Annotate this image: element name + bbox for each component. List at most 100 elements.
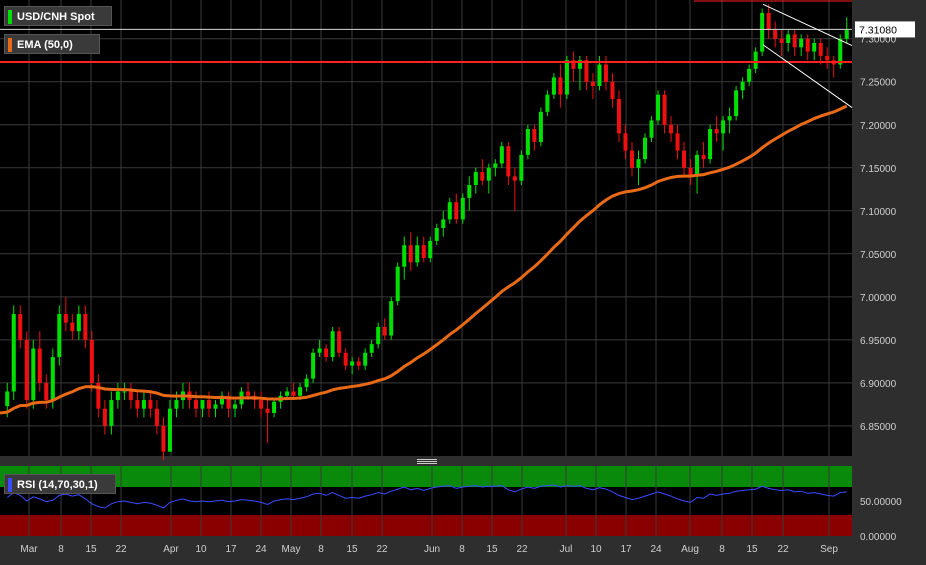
candle-body <box>31 348 36 401</box>
candle-body <box>50 357 55 401</box>
symbol-legend[interactable]: USD/CNH Spot <box>4 6 112 26</box>
candle-body <box>291 391 296 396</box>
candle-body <box>701 154 706 160</box>
candle-body <box>838 38 843 65</box>
price-panel <box>0 0 852 456</box>
time-tick-label: 10 <box>195 544 207 555</box>
candle-body <box>460 197 465 220</box>
time-tick-label: 8 <box>318 544 324 555</box>
candle-body <box>18 314 23 340</box>
current-price-label: 7.31080 <box>859 24 897 36</box>
candle-body <box>408 245 413 263</box>
candle-body <box>369 344 374 353</box>
candle-body <box>669 124 674 134</box>
candle-body <box>623 133 628 151</box>
time-tick-label: 10 <box>590 544 602 555</box>
candle-body <box>356 361 361 366</box>
rsi-legend[interactable]: RSI (14,70,30,1) <box>4 474 116 494</box>
candle-body <box>44 382 49 401</box>
rsi-legend-label: RSI (14,70,30,1) <box>17 479 98 491</box>
candle-body <box>590 81 595 87</box>
price-tick-label: 7.10000 <box>860 207 897 218</box>
candle-body <box>649 120 654 138</box>
candle-body <box>265 408 270 413</box>
candle-body <box>538 111 543 142</box>
candle-body <box>499 146 504 164</box>
candle-body <box>805 38 810 52</box>
price-chart[interactable]: 7.300007.250007.200007.150007.100007.050… <box>0 0 926 560</box>
candle-body <box>447 202 452 220</box>
chart-stage: 7.30000 7.25000 7.20000 7.15000 7.10000 7.050… <box>0 0 926 560</box>
candle-body <box>584 60 589 82</box>
time-tick-label: 24 <box>255 544 267 555</box>
ema-legend-label: EMA (50,0) <box>17 39 73 51</box>
candle-body <box>760 12 765 52</box>
candle-body <box>818 43 823 56</box>
candle-body <box>350 361 355 366</box>
rsi-swatch <box>8 478 12 492</box>
candle-body <box>675 133 680 151</box>
candle-body <box>708 129 713 160</box>
candle-body <box>662 94 667 125</box>
candle-body <box>421 245 426 259</box>
candle-body <box>102 408 107 426</box>
ema-legend[interactable]: EMA (50,0) <box>4 34 100 54</box>
candle-body <box>558 77 563 95</box>
panel-splitter-handle[interactable] <box>417 459 437 465</box>
price-tick-label: 7.15000 <box>860 164 897 175</box>
candle-body <box>428 240 433 259</box>
candle-body <box>259 400 264 409</box>
time-tick-label: 17 <box>225 544 237 555</box>
price-tick-label: 6.95000 <box>860 336 897 347</box>
candle-body <box>467 184 472 198</box>
candle-body <box>799 38 804 48</box>
candle-body <box>83 314 88 340</box>
time-tick-label: Sep <box>820 544 838 555</box>
candle-body <box>551 77 556 95</box>
price-tick-label: 7.05000 <box>860 250 897 261</box>
price-tick-label: 7.25000 <box>860 78 897 89</box>
candle-body <box>721 120 726 134</box>
candle-body <box>298 387 303 396</box>
candle-body <box>603 64 608 82</box>
candle-body <box>76 314 81 332</box>
candle-body <box>200 400 205 409</box>
candle-body <box>304 378 309 388</box>
oversold-band <box>0 515 852 536</box>
candle-body <box>206 400 212 409</box>
candle-body <box>727 116 732 121</box>
candle-body <box>480 172 485 181</box>
time-tick-label: Jun <box>424 544 440 555</box>
candle-body <box>825 55 830 61</box>
candle-body <box>363 352 368 366</box>
candle-body <box>63 314 68 323</box>
candle-body <box>285 391 290 396</box>
candle-body <box>324 348 329 358</box>
time-tick-label: May <box>282 544 301 555</box>
time-tick-label: 15 <box>346 544 358 555</box>
time-tick-label: 22 <box>115 544 127 555</box>
candle-body <box>493 163 498 168</box>
time-tick-label: Mar <box>20 544 38 555</box>
candle-body <box>395 266 400 302</box>
candle-body <box>753 51 758 69</box>
candle-body <box>525 129 530 155</box>
candle-body <box>213 404 218 409</box>
candle-body <box>610 81 615 99</box>
candle-body <box>402 245 407 267</box>
candle-body <box>636 159 641 168</box>
overbought-band <box>0 466 852 487</box>
candle-body <box>844 30 849 39</box>
candle-body <box>564 60 569 95</box>
symbol-swatch <box>8 10 12 24</box>
candle-body <box>174 400 179 409</box>
candle-body <box>115 391 120 401</box>
candle-body <box>441 219 446 228</box>
candle-body <box>193 400 198 409</box>
candle-body <box>512 176 517 181</box>
price-tick-label: 6.90000 <box>860 379 897 390</box>
candle-body <box>506 146 511 177</box>
candle-body <box>656 94 661 121</box>
time-tick-label: 8 <box>719 544 725 555</box>
price-tick-label: 7.00000 <box>860 293 897 304</box>
